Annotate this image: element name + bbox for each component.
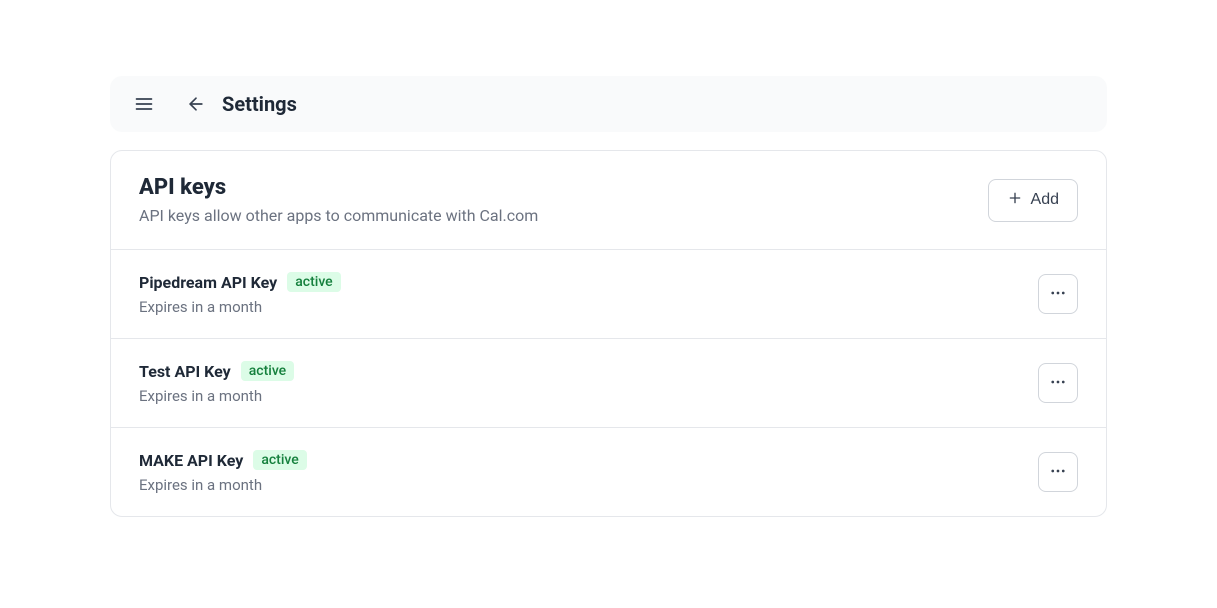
more-button[interactable] xyxy=(1038,274,1078,314)
add-button[interactable]: Add xyxy=(988,179,1078,222)
api-key-name: Pipedream API Key xyxy=(139,273,277,292)
api-key-expires: Expires in a month xyxy=(139,476,307,494)
api-key-name: Test API Key xyxy=(139,362,231,381)
page-title: Settings xyxy=(222,92,297,116)
api-keys-card: API keys API keys allow other apps to co… xyxy=(110,150,1107,517)
ellipsis-icon xyxy=(1049,373,1067,394)
section-subtitle: API keys allow other apps to communicate… xyxy=(139,206,538,225)
api-key-expires: Expires in a month xyxy=(139,387,294,405)
status-badge: active xyxy=(241,361,294,381)
section-title: API keys xyxy=(139,175,538,200)
api-key-row: Pipedream API Key active Expires in a mo… xyxy=(111,250,1106,339)
status-badge: active xyxy=(287,272,340,292)
more-button[interactable] xyxy=(1038,452,1078,492)
back-icon[interactable] xyxy=(182,90,210,118)
status-badge: active xyxy=(253,450,306,470)
more-button[interactable] xyxy=(1038,363,1078,403)
topbar: Settings xyxy=(110,76,1107,132)
menu-icon[interactable] xyxy=(130,90,158,118)
api-key-name: MAKE API Key xyxy=(139,451,243,470)
api-key-row: MAKE API Key active Expires in a month xyxy=(111,428,1106,516)
ellipsis-icon xyxy=(1049,284,1067,305)
api-key-expires: Expires in a month xyxy=(139,298,341,316)
add-button-label: Add xyxy=(1031,191,1059,209)
plus-icon xyxy=(1007,190,1023,211)
card-header: API keys API keys allow other apps to co… xyxy=(111,151,1106,250)
api-key-row: Test API Key active Expires in a month xyxy=(111,339,1106,428)
ellipsis-icon xyxy=(1049,462,1067,483)
